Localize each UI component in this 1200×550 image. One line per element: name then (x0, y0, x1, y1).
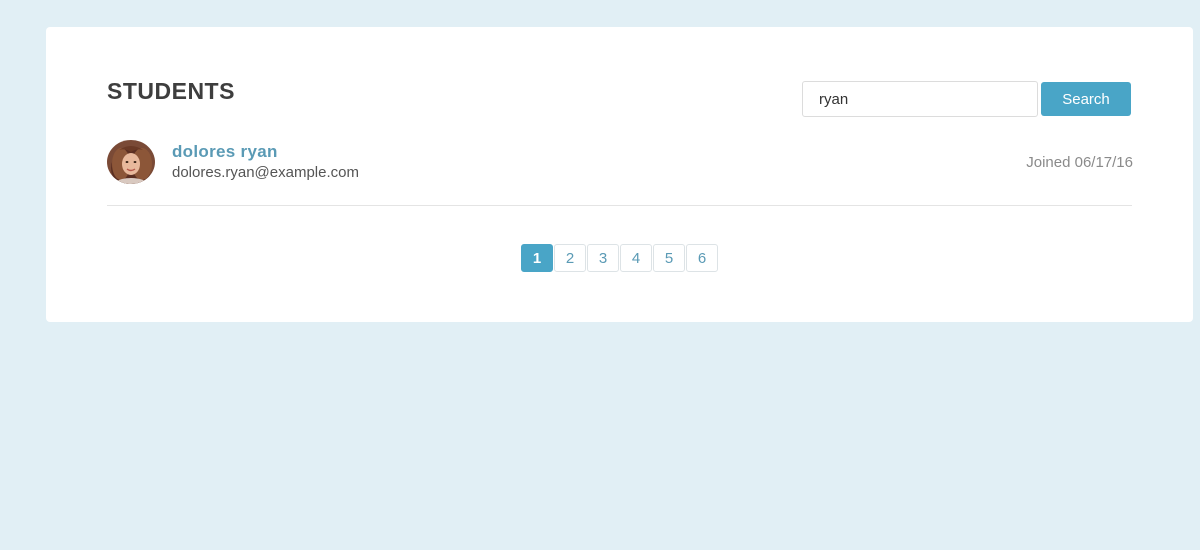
pagination: 1 2 3 4 5 6 (521, 244, 718, 272)
student-email: dolores.ryan@example.com (172, 164, 359, 181)
page-button-6[interactable]: 6 (686, 244, 718, 272)
page-button-2[interactable]: 2 (554, 244, 586, 272)
search-button[interactable]: Search (1041, 82, 1131, 116)
students-card: STUDENTS Search dolores ryan dolores.rya… (46, 27, 1193, 322)
joined-date: Joined 06/17/16 (1026, 154, 1133, 171)
page-button-1[interactable]: 1 (521, 244, 553, 272)
page-button-5[interactable]: 5 (653, 244, 685, 272)
page-title: STUDENTS (107, 78, 235, 104)
page-button-3[interactable]: 3 (587, 244, 619, 272)
page-button-4[interactable]: 4 (620, 244, 652, 272)
student-row: dolores ryan dolores.ryan@example.com Jo… (107, 137, 1133, 206)
student-name-link[interactable]: dolores ryan (172, 142, 278, 162)
avatar (107, 140, 155, 184)
avatar-photo-image (107, 140, 155, 184)
search-input[interactable] (802, 81, 1038, 117)
